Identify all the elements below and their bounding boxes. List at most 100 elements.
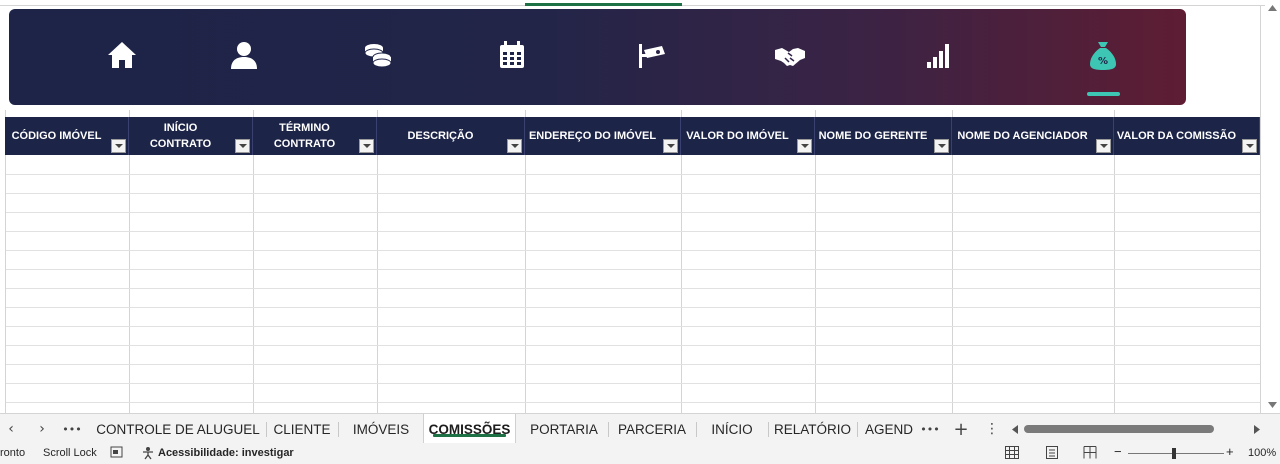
column-header-line2: CONTRATO bbox=[273, 138, 336, 150]
filter-dropdown-icon[interactable] bbox=[1096, 139, 1111, 153]
accessibility-icon[interactable] bbox=[141, 446, 155, 463]
sheet-tab[interactable]: AGEND bbox=[858, 414, 920, 444]
column-header[interactable]: VALOR DO IMÓVEL bbox=[681, 117, 815, 155]
sheet-tab[interactable]: COMISSÕES bbox=[423, 414, 516, 444]
filter-dropdown-icon[interactable] bbox=[359, 139, 374, 153]
column-header[interactable]: NOME DO GERENTE bbox=[815, 117, 952, 155]
handshake-icon[interactable] bbox=[768, 33, 812, 77]
column-header-label: CÓDIGO IMÓVEL bbox=[12, 128, 122, 144]
column-header-line1: VALOR DO IMÓVEL bbox=[686, 130, 789, 142]
scroll-lock-status: Scroll Lock bbox=[43, 447, 97, 459]
sheet-tab-label: PORTARIA bbox=[530, 421, 598, 437]
horizontal-scrollbar[interactable] bbox=[1012, 422, 1264, 436]
user-icon[interactable] bbox=[222, 33, 266, 77]
coins-icon[interactable] bbox=[356, 33, 400, 77]
column-header-line1: CÓDIGO IMÓVEL bbox=[11, 130, 102, 142]
row-gridline bbox=[5, 345, 1260, 346]
sheet-tab-label: CONTROLE DE ALUGUEL bbox=[96, 421, 260, 437]
svg-text:%: % bbox=[1098, 56, 1108, 67]
scroll-up-arrow-icon[interactable] bbox=[1267, 2, 1278, 13]
filter-dropdown-icon[interactable] bbox=[111, 139, 126, 153]
sheet-tab[interactable]: PORTARIA bbox=[520, 414, 608, 444]
row-gridline bbox=[5, 364, 1260, 365]
filter-dropdown-icon[interactable] bbox=[235, 139, 250, 153]
sheet-tab-label: RELATÓRIO bbox=[773, 421, 851, 437]
zoom-level[interactable]: 100% bbox=[1248, 447, 1276, 459]
column-header[interactable]: CÓDIGO IMÓVEL bbox=[5, 117, 129, 155]
filter-dropdown-icon[interactable] bbox=[934, 139, 949, 153]
sheet-tab[interactable]: RELATÓRIO bbox=[768, 414, 857, 444]
row-gridline bbox=[5, 307, 1260, 308]
sheet-tab[interactable]: IMÓVEIS bbox=[343, 414, 419, 444]
tab-scroll-right-icon[interactable]: › bbox=[33, 420, 51, 438]
row-gridline bbox=[5, 326, 1260, 327]
column-header-line2: CONTRATO bbox=[149, 138, 212, 150]
zoom-slider[interactable] bbox=[1128, 448, 1224, 459]
filter-dropdown-icon[interactable] bbox=[797, 139, 812, 153]
row-gridline bbox=[5, 193, 1260, 194]
column-header-line1: INÍCIO bbox=[163, 122, 198, 134]
status-bar: ronto Scroll Lock Acessibilidade: invest… bbox=[0, 443, 1280, 464]
tab-scroll-left-icon[interactable]: ‹ bbox=[2, 420, 20, 438]
sheet-tab-label: CLIENTE bbox=[273, 421, 331, 437]
column-header[interactable]: ENDEREÇO DO IMÓVEL bbox=[525, 117, 681, 155]
filter-dropdown-icon[interactable] bbox=[1242, 139, 1257, 153]
column-header-label: VALOR DO IMÓVEL bbox=[686, 128, 808, 144]
column-header-line1: DESCRIÇÃO bbox=[407, 130, 474, 142]
column-header[interactable]: DESCRIÇÃO bbox=[377, 117, 525, 155]
active-tab-underline bbox=[433, 434, 506, 437]
zoom-slider-knob[interactable] bbox=[1172, 448, 1176, 459]
scroll-down-arrow-icon[interactable] bbox=[1267, 399, 1278, 410]
sheet-tab-label: INÍCIO bbox=[711, 421, 753, 437]
filter-dropdown-icon[interactable] bbox=[507, 139, 522, 153]
column-header-label: INÍCIO CONTRATO bbox=[150, 120, 231, 152]
zoom-out-button[interactable]: − bbox=[1114, 444, 1122, 459]
navigation-banner: % bbox=[9, 9, 1186, 105]
money-bag-icon[interactable]: % bbox=[1081, 33, 1125, 77]
column-header-label: DESCRIÇÃO bbox=[407, 128, 493, 144]
zoom-in-button[interactable]: + bbox=[1226, 444, 1234, 459]
page-break-view-icon[interactable] bbox=[1083, 446, 1097, 462]
column-header[interactable]: INÍCIO CONTRATO bbox=[129, 117, 253, 155]
column-header-label: ENDEREÇO DO IMÓVEL bbox=[529, 128, 676, 144]
sheet-tab[interactable]: CONTROLE DE ALUGUEL bbox=[90, 414, 266, 444]
normal-view-icon[interactable] bbox=[1005, 446, 1019, 462]
column-header-label: TÉRMINO CONTRATO bbox=[274, 120, 355, 152]
security-camera-icon[interactable] bbox=[630, 33, 674, 77]
column-header-line1: NOME DO GERENTE bbox=[818, 130, 928, 142]
accessibility-status[interactable]: Acessibilidade: investigar bbox=[158, 447, 294, 459]
calendar-icon[interactable] bbox=[490, 33, 534, 77]
column-header[interactable]: TÉRMINO CONTRATO bbox=[253, 117, 377, 155]
filter-dropdown-icon[interactable] bbox=[663, 139, 678, 153]
table-header-row: CÓDIGO IMÓVEL INÍCIO CONTRATO TÉRMINO CONTRA… bbox=[5, 117, 1260, 155]
column-header-line1: ENDEREÇO DO IMÓVEL bbox=[528, 130, 657, 142]
row-gridline bbox=[5, 231, 1260, 232]
ready-status: ronto bbox=[0, 447, 26, 459]
row-gridline bbox=[5, 174, 1260, 175]
sheet-tab-label: IMÓVEIS bbox=[352, 421, 410, 437]
tabs-overflow-left-icon[interactable]: ••• bbox=[62, 420, 81, 438]
column-header-line1: NOME DO AGENCIADOR bbox=[957, 130, 1088, 142]
tab-separator bbox=[338, 422, 339, 437]
row-gridline bbox=[5, 288, 1260, 289]
bar-chart-icon[interactable] bbox=[917, 33, 961, 77]
tabs-overflow-right-icon[interactable]: ••• bbox=[920, 420, 939, 438]
page-layout-view-icon[interactable] bbox=[1045, 446, 1059, 462]
worksheet-grid[interactable]: % CÓDIGO IMÓVEL INÍCIO CONTRATO TÉRMINO CONT… bbox=[0, 0, 1265, 413]
row-gridline bbox=[5, 402, 1260, 403]
more-options-icon[interactable]: ⋮ bbox=[983, 420, 1001, 438]
row-gridline bbox=[5, 269, 1260, 270]
sheet-tab[interactable]: PARCERIA bbox=[608, 414, 696, 444]
add-sheet-button[interactable]: + bbox=[952, 419, 970, 440]
column-header-line1: VALOR DA COMISSÃO bbox=[1116, 130, 1237, 142]
horizontal-scroll-thumb[interactable] bbox=[1024, 425, 1214, 433]
sheet-tab[interactable]: INÍCIO bbox=[696, 414, 768, 444]
column-header[interactable]: NOME DO AGENCIADOR bbox=[952, 117, 1114, 155]
vertical-scrollbar[interactable] bbox=[1265, 0, 1280, 413]
row-gridline bbox=[5, 250, 1260, 251]
sheet-tab[interactable]: CLIENTE bbox=[266, 414, 338, 444]
macro-record-icon[interactable] bbox=[110, 446, 124, 462]
home-icon[interactable] bbox=[100, 33, 144, 77]
column-header-label: NOME DO AGENCIADOR bbox=[957, 128, 1107, 144]
column-header[interactable]: VALOR DA COMISSÃO bbox=[1114, 117, 1260, 155]
